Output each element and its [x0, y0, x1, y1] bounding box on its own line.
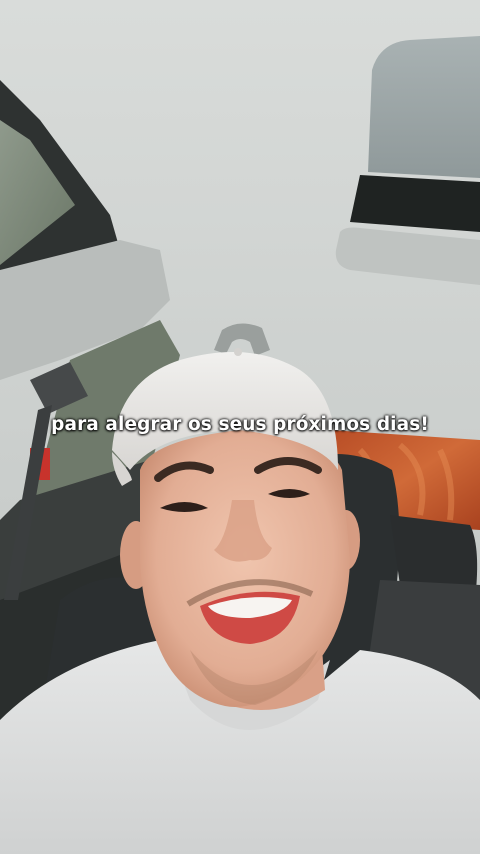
video-caption: para alegrar os seus próximos dias!: [51, 414, 429, 435]
rear-seat: [390, 515, 478, 590]
sunroof-window: [368, 36, 480, 178]
sunroof-frame: [350, 175, 480, 232]
cap-button: [234, 348, 242, 356]
